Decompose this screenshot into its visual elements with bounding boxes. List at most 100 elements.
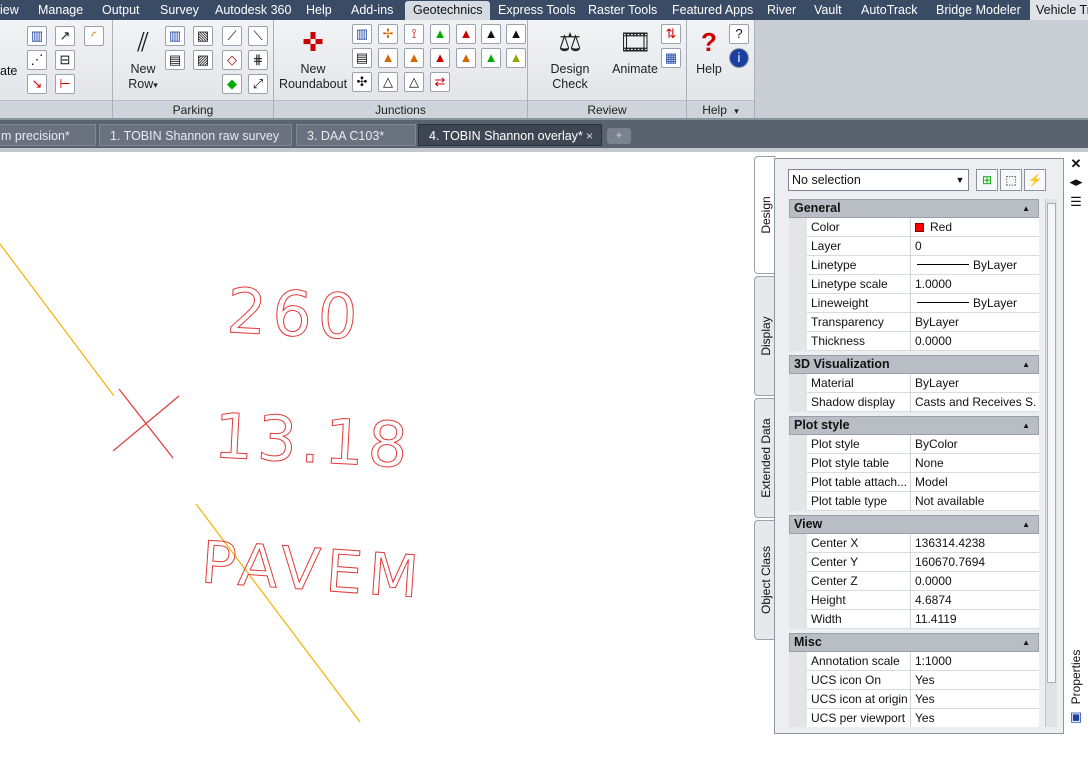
tab-featured-apps[interactable]: Featured Apps <box>672 0 753 20</box>
prop-row[interactable]: Width 11.4119 <box>789 610 1039 629</box>
prop-row[interactable]: Layer 0 <box>789 237 1039 256</box>
move-bay-icon[interactable]: ⤢ <box>248 74 268 94</box>
books-icon[interactable]: ▥ <box>27 26 47 46</box>
design-check-button[interactable]: ⚖ Design Check <box>532 26 608 92</box>
junction-fork-icon[interactable]: ⟟ <box>404 24 424 44</box>
rotate-bay-icon[interactable]: ◇ <box>222 50 242 70</box>
new-tab-button[interactable]: + <box>607 128 631 144</box>
prop-row[interactable]: Plot style table None <box>789 454 1039 473</box>
triangle-red-icon[interactable]: ▲ <box>456 24 476 44</box>
triangle-orange2-icon[interactable]: ▲ <box>404 48 424 68</box>
select-objects-button[interactable]: ⬚ <box>1000 169 1022 191</box>
doc-tab-precision[interactable]: m precision* <box>0 124 96 146</box>
grid-bay-icon[interactable]: ⋕ <box>248 50 268 70</box>
quick-select-button[interactable]: ⚡ <box>1024 169 1046 191</box>
prop-row[interactable]: Plot table attach... Model <box>789 473 1039 492</box>
text-260[interactable]: 260 <box>225 274 366 355</box>
tab-output[interactable]: Output <box>102 0 140 20</box>
dimension-icon[interactable]: ⇅ <box>661 24 681 44</box>
side-tab-display[interactable]: Display <box>754 276 776 396</box>
hatch-stall-icon[interactable]: ▧ <box>193 26 213 46</box>
section-view[interactable]: View ▲ <box>789 515 1039 534</box>
prop-row[interactable]: Linetype ByLayer <box>789 256 1039 275</box>
scrollbar-thumb[interactable] <box>1047 203 1056 683</box>
tab-geotechnics[interactable]: Geotechnics <box>405 1 491 20</box>
tab-vault[interactable]: Vault <box>814 0 842 20</box>
side-tab-extended-data[interactable]: Extended Data <box>754 398 776 518</box>
gate-icon[interactable]: ⊢ <box>55 74 75 94</box>
triangle-orange3-icon[interactable]: ▲ <box>456 48 476 68</box>
close-icon[interactable]: ✕ <box>1068 156 1084 172</box>
help-button[interactable]: ? Help <box>691 26 727 77</box>
prop-row[interactable]: Material ByLayer <box>789 374 1039 393</box>
tab-view[interactable]: iew <box>0 0 19 20</box>
curve-road-icon[interactable]: ↗ <box>55 26 75 46</box>
prop-row[interactable]: Height 4.6874 <box>789 591 1039 610</box>
autohide-icon[interactable]: ◂▸ <box>1068 174 1084 190</box>
text-pavem[interactable]: PAVEM <box>199 528 428 612</box>
junction-cross-icon[interactable]: ✣ <box>352 72 372 92</box>
junction-t-icon[interactable]: ✢ <box>378 24 398 44</box>
palette-properties-icon[interactable]: ☰ <box>1068 194 1084 210</box>
property-scrollbar[interactable] <box>1045 199 1057 727</box>
section-3d-visualization[interactable]: 3D Visualization ▲ <box>789 355 1039 374</box>
angled-bay-icon[interactable]: ⟋ <box>222 26 242 46</box>
triangle-green2-icon[interactable]: ▲ <box>481 48 501 68</box>
tab-help[interactable]: Help <box>306 0 332 20</box>
new-row-button[interactable]: ⫽ New Row▾ <box>123 26 163 93</box>
prop-row[interactable]: Annotation scale 1:1000 <box>789 652 1039 671</box>
triangle-black-icon[interactable]: ▲ <box>481 24 501 44</box>
prop-row[interactable]: Linetype scale 1.0000 <box>789 275 1039 294</box>
survey-point-cross-b[interactable] <box>118 388 174 459</box>
tab-raster-tools[interactable]: Raster Tools <box>588 0 657 20</box>
triangle-orange-icon[interactable]: ▲ <box>378 48 398 68</box>
doc-tab-daa-c103[interactable]: 3. DAA C103* <box>296 124 416 146</box>
triangle-olive-icon[interactable]: ▲ <box>506 48 526 68</box>
angled-bay2-icon[interactable]: ⟍ <box>248 26 268 46</box>
stall-icon[interactable]: ▥ <box>165 26 185 46</box>
prop-row[interactable]: UCS icon at origin Yes <box>789 690 1039 709</box>
partial-button-label[interactable]: ate <box>0 64 17 78</box>
green-bay-icon[interactable]: ◆ <box>222 74 242 94</box>
triangle-outline-icon[interactable]: △ <box>378 72 398 92</box>
prop-row[interactable]: Center Y 160670.7694 <box>789 553 1039 572</box>
prop-row[interactable]: Transparency ByLayer <box>789 313 1039 332</box>
prop-row[interactable]: Center X 136314.4238 <box>789 534 1039 553</box>
selection-dropdown[interactable]: No selection ▼ <box>788 169 969 191</box>
new-roundabout-button[interactable]: ✜ New Roundabout <box>276 26 350 92</box>
doc-tab-shannon-overlay[interactable]: 4. TOBIN Shannon overlay* × <box>418 124 602 146</box>
marker-icon[interactable]: ↘ <box>27 74 47 94</box>
boundary-line-upper[interactable] <box>0 243 115 397</box>
tab-river[interactable]: River <box>767 0 796 20</box>
tab-bridge-modeler[interactable]: Bridge Modeler <box>936 0 1021 20</box>
tab-express-tools[interactable]: Express Tools <box>498 0 576 20</box>
tab-add-ins[interactable]: Add-ins <box>351 0 393 20</box>
junction-report-icon[interactable]: ▤ <box>352 48 372 68</box>
prop-row[interactable]: Center Z 0.0000 <box>789 572 1039 591</box>
help-topic-icon[interactable]: ? <box>729 24 749 44</box>
swap-icon[interactable]: ⇄ <box>430 72 450 92</box>
text-elevation[interactable]: 13.18 <box>212 399 414 483</box>
info-icon[interactable]: i <box>729 48 749 68</box>
dashed-road-icon[interactable]: ⋰ <box>27 50 47 70</box>
close-tab-icon[interactable]: × <box>586 125 593 145</box>
section-general[interactable]: General ▲ <box>789 199 1039 218</box>
prop-row[interactable]: UCS icon On Yes <box>789 671 1039 690</box>
prop-row[interactable]: Thickness 0.0000 <box>789 332 1039 351</box>
triangle-grey-icon[interactable]: ▲ <box>506 24 526 44</box>
panel-title-help[interactable]: Help ▾ <box>687 100 754 118</box>
hatch-icon[interactable]: ▨ <box>193 50 213 70</box>
prop-row[interactable]: Color Red <box>789 218 1039 237</box>
doc-tab-raw-survey[interactable]: 1. TOBIN Shannon raw survey <box>99 124 292 146</box>
section-plot-style[interactable]: Plot style ▲ <box>789 416 1039 435</box>
tab-manage[interactable]: Manage <box>38 0 83 20</box>
triangle-green-icon[interactable]: ▲ <box>430 24 450 44</box>
prop-row[interactable]: Plot style ByColor <box>789 435 1039 454</box>
triangle-red2-icon[interactable]: ▲ <box>430 48 450 68</box>
tab-autotrack[interactable]: AutoTrack <box>861 0 918 20</box>
section-misc[interactable]: Misc ▲ <box>789 633 1039 652</box>
animate-button[interactable]: 🎞 Animate <box>610 26 660 77</box>
tab-vehicle-tracking[interactable]: Vehicle Tr <box>1030 0 1088 20</box>
junction-books-icon[interactable]: ▥ <box>352 24 372 44</box>
toggle-pickadd-button[interactable]: ⊞ <box>976 169 998 191</box>
